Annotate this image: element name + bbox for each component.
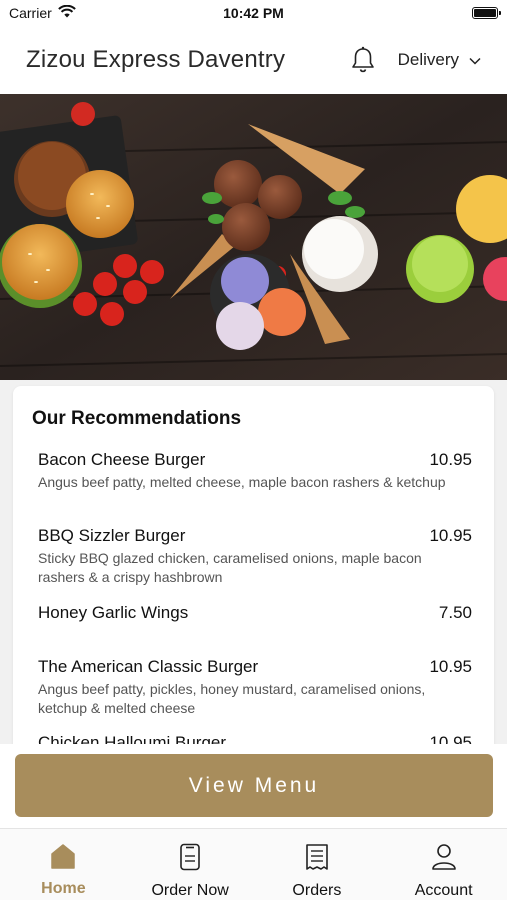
item-price: 10.95: [429, 526, 472, 545]
home-icon: [50, 843, 76, 874]
page-title: Zizou Express Daventry: [26, 46, 286, 73]
delivery-selector[interactable]: Delivery: [398, 50, 481, 70]
tab-account[interactable]: Account: [380, 829, 507, 900]
recommendations-title: Our Recommendations: [32, 408, 242, 429]
hero-illustration: [0, 94, 507, 380]
recommendations-card: Our Recommendations Bacon Cheese Burger …: [13, 386, 494, 744]
tab-order-now[interactable]: Order Now: [127, 829, 254, 900]
list-item[interactable]: Chicken Halloumi Burger 10.95: [38, 733, 472, 744]
order-now-icon: [179, 843, 201, 876]
status-bar: Carrier 10:42 PM: [0, 0, 507, 26]
status-left: Carrier: [9, 4, 76, 21]
wifi-icon: [57, 4, 76, 21]
item-description: Angus beef patty, pickles, honey mustard…: [38, 681, 426, 716]
hero-food-image: [0, 94, 507, 380]
battery-icon: [472, 7, 501, 19]
tab-label: Order Now: [151, 882, 229, 899]
delivery-label: Delivery: [397, 50, 459, 69]
item-price: 10.95: [429, 733, 472, 744]
list-item[interactable]: Honey Garlic Wings 7.50: [38, 603, 472, 623]
bell-icon[interactable]: [348, 45, 378, 75]
recommendations-section: Our Recommendations Bacon Cheese Burger …: [0, 380, 507, 744]
item-name: Honey Garlic Wings: [38, 603, 189, 622]
tab-bar: Home Order Now Orders Account: [0, 828, 507, 900]
list-item[interactable]: BBQ Sizzler Burger 10.95 Sticky BBQ glaz…: [38, 526, 472, 587]
item-price: 10.95: [429, 450, 472, 469]
item-description: Sticky BBQ glazed chicken, caramelised o…: [38, 550, 422, 585]
item-name: Chicken Halloumi Burger: [38, 733, 227, 744]
status-time: 10:42 PM: [223, 5, 284, 21]
item-description: Angus beef patty, melted cheese, maple b…: [38, 474, 446, 490]
item-name: Bacon Cheese Burger: [38, 450, 206, 469]
tab-home[interactable]: Home: [0, 829, 127, 900]
view-menu-button[interactable]: View Menu: [15, 754, 493, 817]
item-name: The American Classic Burger: [38, 657, 259, 676]
item-price: 7.50: [438, 603, 472, 622]
item-name: BBQ Sizzler Burger: [38, 526, 186, 545]
account-icon: [431, 843, 457, 876]
tab-label: Home: [41, 880, 86, 897]
tab-label: Account: [414, 882, 473, 899]
tab-orders[interactable]: Orders: [254, 829, 381, 900]
chevron-down-icon: [469, 50, 481, 70]
list-item[interactable]: The American Classic Burger 10.95 Angus …: [38, 657, 472, 718]
tab-label: Orders: [292, 882, 342, 899]
orders-icon: [305, 843, 329, 876]
carrier-label: Carrier: [9, 5, 52, 21]
list-item[interactable]: Bacon Cheese Burger 10.95 Angus beef pat…: [38, 450, 472, 492]
view-menu-bar: View Menu: [0, 744, 507, 828]
header: Zizou Express Daventry Delivery: [0, 26, 507, 94]
item-price: 10.95: [429, 657, 472, 676]
